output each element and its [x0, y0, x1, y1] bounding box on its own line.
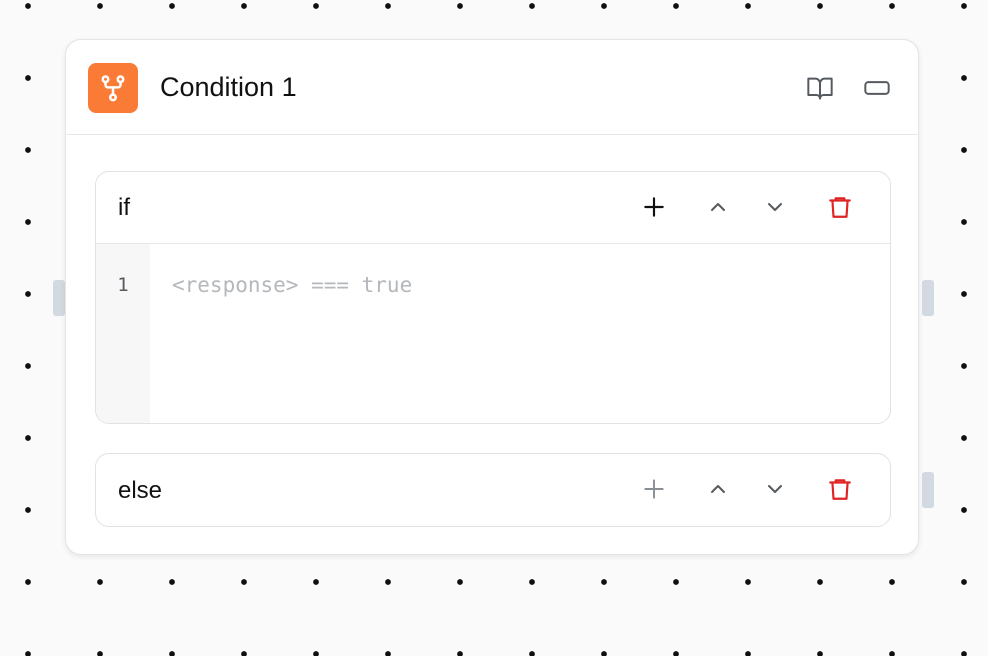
chevron-up-icon [711, 203, 725, 211]
trash-icon [829, 479, 851, 500]
trash-icon [829, 197, 851, 218]
else-condition: else [95, 453, 891, 527]
condition-branch-icon [88, 63, 138, 113]
delete-condition-button[interactable] [823, 190, 857, 224]
line-number: 1 [96, 244, 150, 423]
if-condition-header: if [96, 172, 890, 244]
docs-button[interactable] [802, 70, 838, 106]
chevron-up-icon [711, 485, 725, 493]
collapse-rectangle-icon [864, 81, 890, 95]
chevron-down-icon [768, 203, 782, 211]
if-output-handle[interactable] [922, 280, 934, 316]
collapse-button[interactable] [859, 70, 895, 106]
condition-code-editor[interactable]: 1 <response> === true [96, 244, 890, 423]
condition-block[interactable]: Condition 1 if 1 <response> === true els… [65, 39, 919, 555]
if-condition: if 1 <response> === true [95, 171, 891, 424]
move-up-button[interactable] [701, 190, 735, 224]
input-connection-handle[interactable] [53, 280, 65, 316]
if-label: if [118, 194, 130, 221]
else-condition-header: else [96, 454, 890, 525]
code-input[interactable]: <response> === true [150, 244, 890, 423]
move-down-button[interactable] [758, 472, 792, 506]
block-title[interactable]: Condition 1 [160, 72, 297, 102]
chevron-down-icon [768, 485, 782, 493]
block-header[interactable]: Condition 1 [66, 40, 918, 135]
move-down-button[interactable] [758, 190, 792, 224]
add-condition-button-disabled[interactable] [637, 472, 671, 506]
else-output-handle[interactable] [922, 472, 934, 508]
plus-icon [644, 197, 664, 217]
move-up-button[interactable] [701, 472, 735, 506]
add-condition-button[interactable] [637, 190, 671, 224]
delete-condition-button[interactable] [823, 472, 857, 506]
plus-icon [644, 479, 664, 499]
else-label: else [118, 477, 163, 504]
book-open-icon [807, 77, 833, 100]
